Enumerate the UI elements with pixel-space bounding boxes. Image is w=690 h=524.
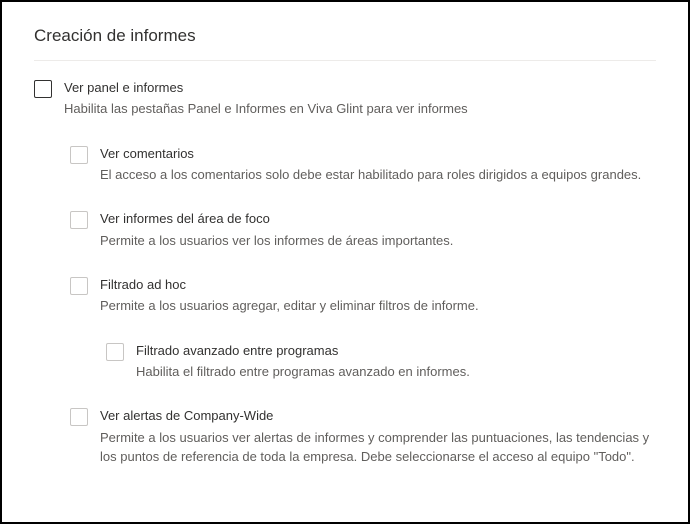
section-divider xyxy=(34,60,656,61)
option-view-panel-reports: Ver panel e informes Habilita las pestañ… xyxy=(34,79,656,119)
option-label: Filtrado ad hoc xyxy=(100,276,656,294)
checkbox-company-wide-alerts[interactable] xyxy=(70,408,88,426)
checkbox-focus-area-reports[interactable] xyxy=(70,211,88,229)
section-title: Creación de informes xyxy=(34,26,656,46)
checkbox-view-panel-reports[interactable] xyxy=(34,80,52,98)
option-text: Filtrado avanzado entre programas Habili… xyxy=(136,342,656,382)
option-label: Filtrado avanzado entre programas xyxy=(136,342,656,360)
option-text: Ver comentarios El acceso a los comentar… xyxy=(100,145,656,185)
option-company-wide-alerts: Ver alertas de Company-Wide Permite a lo… xyxy=(70,407,656,466)
option-focus-area-reports: Ver informes del área de foco Permite a … xyxy=(70,210,656,250)
option-adhoc-filtering: Filtrado ad hoc Permite a los usuarios a… xyxy=(70,276,656,316)
option-desc: Permite a los usuarios ver los informes … xyxy=(100,231,656,251)
checkbox-view-comments[interactable] xyxy=(70,146,88,164)
option-desc: Habilita el filtrado entre programas ava… xyxy=(136,362,656,382)
option-text: Ver alertas de Company-Wide Permite a lo… xyxy=(100,407,656,466)
option-label: Ver comentarios xyxy=(100,145,656,163)
checkbox-adhoc-filtering[interactable] xyxy=(70,277,88,295)
option-text: Filtrado ad hoc Permite a los usuarios a… xyxy=(100,276,656,316)
option-advanced-filtering: Filtrado avanzado entre programas Habili… xyxy=(106,342,656,382)
checkbox-advanced-filtering[interactable] xyxy=(106,343,124,361)
option-view-comments: Ver comentarios El acceso a los comentar… xyxy=(70,145,656,185)
option-label: Ver informes del área de foco xyxy=(100,210,656,228)
option-label: Ver alertas de Company-Wide xyxy=(100,407,656,425)
option-desc: El acceso a los comentarios solo debe es… xyxy=(100,165,656,185)
option-text: Ver informes del área de foco Permite a … xyxy=(100,210,656,250)
option-desc: Permite a los usuarios ver alertas de in… xyxy=(100,428,656,467)
option-label: Ver panel e informes xyxy=(64,79,656,97)
option-desc: Permite a los usuarios agregar, editar y… xyxy=(100,296,656,316)
option-desc: Habilita las pestañas Panel e Informes e… xyxy=(64,99,656,119)
option-text: Ver panel e informes Habilita las pestañ… xyxy=(64,79,656,119)
